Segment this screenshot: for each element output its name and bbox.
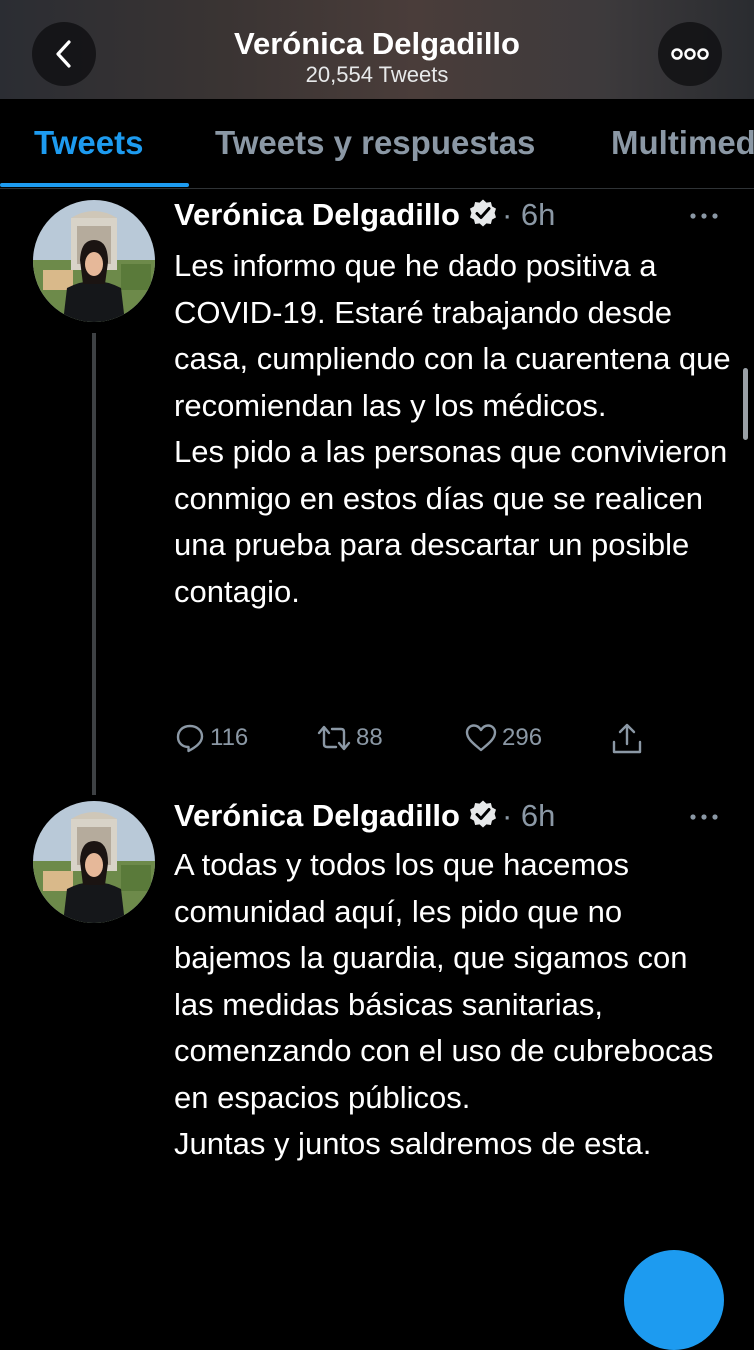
header-title: Verónica Delgadillo [234, 26, 520, 61]
tab-tweets[interactable]: Tweets [34, 123, 143, 163]
scrollbar[interactable] [743, 368, 748, 440]
heart-icon [465, 724, 497, 752]
tweet-time: · 6h [501, 197, 556, 232]
avatar[interactable] [33, 200, 155, 322]
share-button[interactable] [610, 722, 644, 756]
thread-connector [92, 333, 96, 795]
tweet-header: Verónica Delgadillo · 6h [174, 798, 555, 838]
tweet-text: Les informo que he dado positiva a COVID… [174, 248, 731, 609]
tweet-more-icon[interactable] [689, 812, 719, 822]
like-count: 296 [502, 724, 543, 751]
avatar[interactable] [33, 801, 155, 923]
retweet-button[interactable]: 88 [316, 722, 383, 754]
retweet-count: 88 [356, 724, 383, 751]
author-name[interactable]: Verónica Delgadillo [174, 197, 460, 232]
compose-tweet-button[interactable] [624, 1250, 724, 1350]
author-name[interactable]: Verónica Delgadillo [174, 798, 460, 833]
tweet-count: 20,554 Tweets [305, 62, 449, 87]
tab-media[interactable]: Multimedia [611, 123, 754, 163]
profile-header: Verónica Delgadillo 20,554 Tweets [0, 0, 754, 99]
reply-count: 116 [210, 724, 249, 751]
reply-icon [176, 724, 204, 753]
reply-button[interactable]: 116 [174, 722, 248, 754]
more-horizontal-icon [671, 48, 709, 60]
tab-tweets-and-replies[interactable]: Tweets y respuestas [215, 123, 535, 163]
verified-badge-icon [468, 198, 498, 233]
tweet-header: Verónica Delgadillo · 6h [174, 197, 555, 237]
profile-tabs: Tweets Tweets y respuestas Multimedia [0, 99, 754, 189]
tweet-time: · 6h [501, 798, 556, 833]
tweet-actions: 116 88 296 [174, 722, 734, 762]
verified-badge-icon [468, 799, 498, 834]
tweet-text: A todas y todos los que hacemos comunida… [174, 847, 714, 1161]
share-icon [612, 723, 642, 754]
retweet-icon [317, 725, 351, 751]
more-options-button[interactable] [658, 22, 722, 86]
tweet-more-icon[interactable] [689, 211, 719, 221]
like-button[interactable]: 296 [464, 722, 542, 754]
active-tab-indicator [0, 183, 189, 187]
